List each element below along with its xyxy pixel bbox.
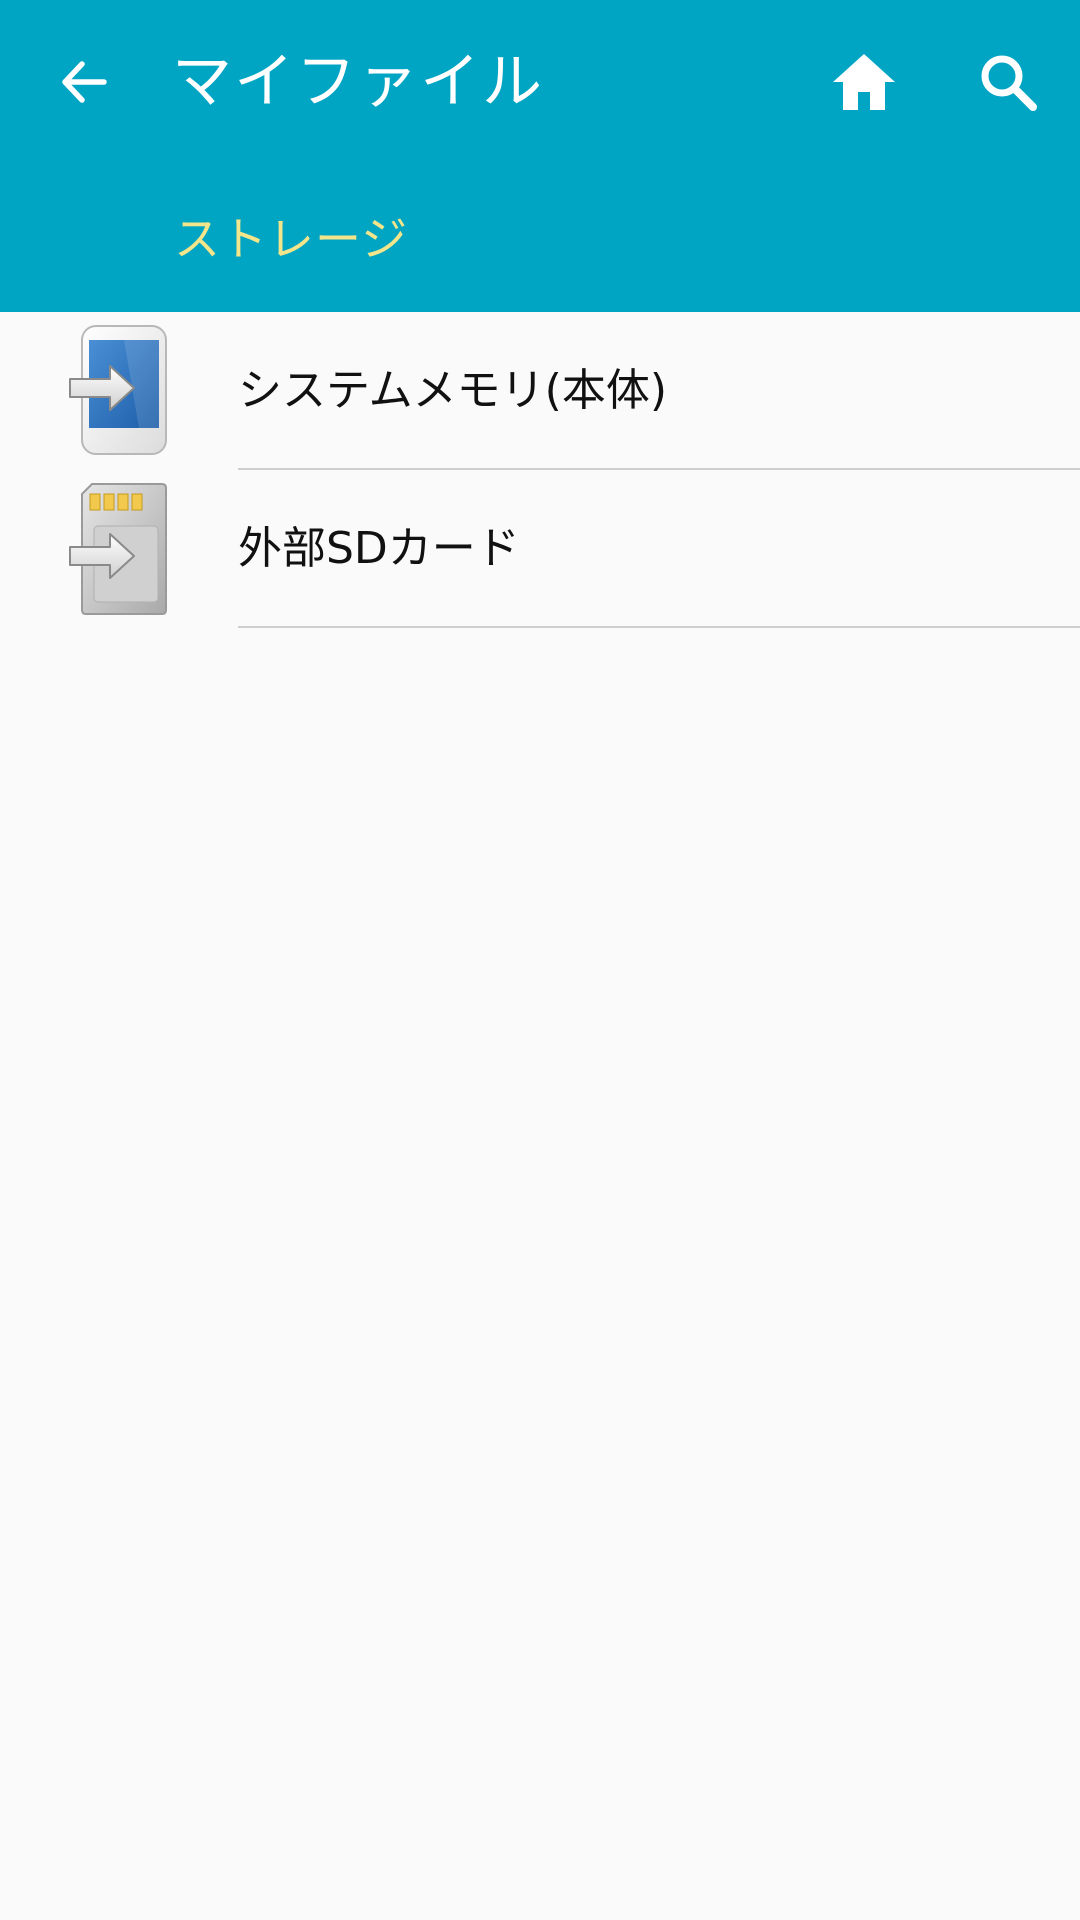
- phone-storage-icon: [64, 324, 176, 458]
- my-files-screen: マイファイル ストレージ システムメモリ(本体) 外部SDカード: [0, 0, 1080, 1920]
- list-item-label: システムメモリ(本体): [238, 365, 668, 416]
- home-button[interactable]: [816, 34, 912, 130]
- back-button[interactable]: [36, 34, 132, 130]
- home-icon: [833, 54, 895, 110]
- app-bar: マイファイル ストレージ: [0, 0, 1080, 312]
- search-icon: [981, 55, 1037, 111]
- list-item-label: 外部SDカード: [238, 523, 520, 574]
- section-label-storage: ストレージ: [174, 212, 409, 266]
- sd-card-icon: [64, 482, 176, 616]
- arrow-back-icon: [62, 61, 107, 103]
- storage-list: システムメモリ(本体) 外部SDカード: [0, 312, 1080, 628]
- divider: [238, 626, 1080, 628]
- search-button[interactable]: [960, 34, 1056, 130]
- list-item-sd-card[interactable]: 外部SDカード: [0, 470, 1080, 628]
- list-item-system-memory[interactable]: システムメモリ(本体): [0, 312, 1080, 470]
- page-title: マイファイル: [172, 47, 544, 117]
